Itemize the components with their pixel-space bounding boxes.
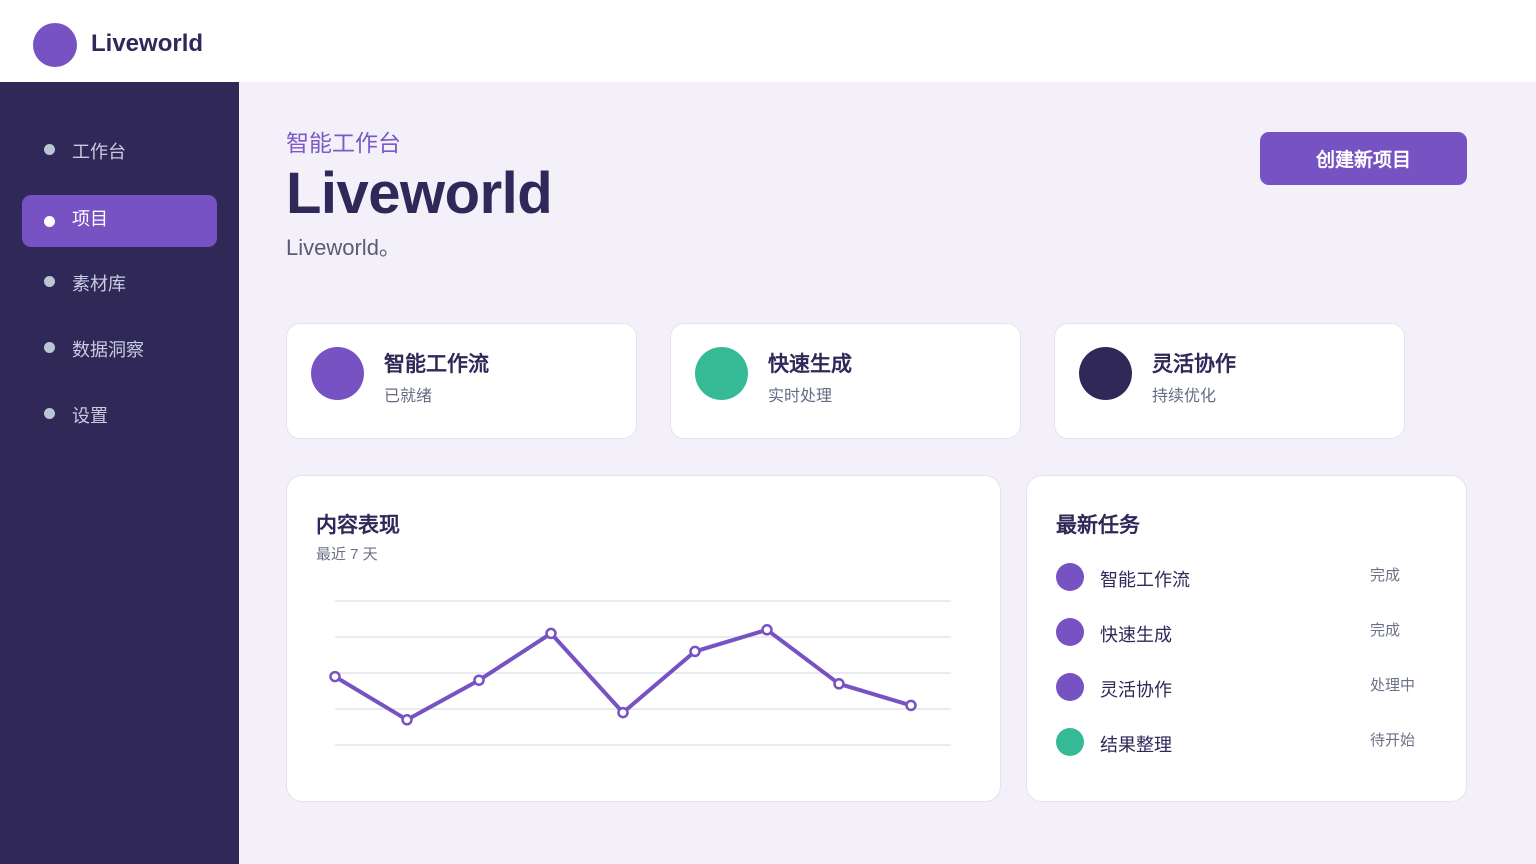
chart-data-point[interactable] (689, 645, 701, 658)
sidebar-item-label: 工作台 (72, 142, 126, 162)
stat-status: 持续优化 (1152, 388, 1217, 405)
stat-title: 灵活协作 (1152, 353, 1236, 376)
sidebar-item-workbench[interactable]: 工作台 (22, 123, 217, 175)
task-status-icon (1056, 563, 1084, 591)
task-row[interactable]: 智能工作流 完成 (1056, 562, 1436, 592)
stat-card-collaboration[interactable]: 灵活协作 持续优化 (1054, 323, 1405, 439)
workflow-icon (311, 347, 364, 400)
bullet-icon (44, 144, 55, 155)
chart-data-point[interactable] (545, 627, 557, 640)
stat-card-generation[interactable]: 快速生成 实时处理 (670, 323, 1021, 439)
bullet-icon (44, 342, 55, 353)
page-subtitle: Liveworld。 (286, 235, 401, 260)
chart-data-point[interactable] (329, 670, 341, 683)
task-status-icon (1056, 728, 1084, 756)
chart-data-point[interactable] (833, 678, 845, 690)
content-performance-panel: 内容表现 最近 7 天 (286, 475, 1001, 802)
sidebar-item-insights[interactable]: 数据洞察 (22, 321, 217, 373)
bullet-icon (44, 276, 55, 287)
chart-data-point[interactable] (401, 714, 413, 726)
performance-line-chart (329, 600, 951, 746)
sidebar-item-label: 数据洞察 (72, 340, 144, 360)
task-status: 完成 (1370, 622, 1401, 639)
sidebar-item-label: 项目 (72, 209, 108, 229)
latest-tasks-panel: 最新任务 智能工作流 完成 快速生成 完成 灵活协作 处理中 结果整理 待开始 (1026, 475, 1467, 802)
page-eyebrow: 智能工作台 (286, 130, 401, 156)
chart-data-point[interactable] (473, 674, 485, 686)
task-name: 结果整理 (1100, 735, 1172, 755)
sidebar-item-label: 素材库 (72, 274, 126, 294)
stat-card-workflow[interactable]: 智能工作流 已就绪 (286, 323, 637, 439)
task-status: 处理中 (1370, 677, 1416, 694)
sidebar-item-label: 设置 (72, 406, 108, 426)
task-name: 智能工作流 (1100, 570, 1190, 590)
page-title: Liveworld (286, 161, 553, 226)
generation-icon (695, 347, 748, 400)
chart-series-line (333, 627, 913, 722)
create-project-button[interactable]: 创建新项目 (1260, 132, 1467, 185)
task-status: 完成 (1370, 567, 1401, 584)
sidebar-item-assets[interactable]: 素材库 (22, 255, 217, 307)
sidebar-item-settings[interactable]: 设置 (22, 387, 217, 439)
bullet-icon (44, 216, 55, 227)
task-status-icon (1056, 673, 1084, 701)
task-status-icon (1056, 618, 1084, 646)
task-row[interactable]: 结果整理 待开始 (1056, 727, 1436, 757)
sidebar: 工作台 项目 素材库 数据洞察 设置 (0, 82, 239, 864)
logo-icon (33, 23, 77, 67)
stat-title: 智能工作流 (384, 353, 489, 376)
chart-data-point[interactable] (905, 699, 917, 712)
stat-status: 已就绪 (384, 388, 433, 405)
task-status: 待开始 (1370, 732, 1416, 749)
task-row[interactable]: 快速生成 完成 (1056, 617, 1436, 647)
sidebar-item-projects[interactable]: 项目 (22, 195, 217, 247)
chart-data-point[interactable] (761, 624, 773, 636)
task-row[interactable]: 灵活协作 处理中 (1056, 672, 1436, 702)
collaboration-icon (1079, 347, 1132, 400)
brand-name: Liveworld (91, 30, 204, 57)
stat-status: 实时处理 (768, 388, 833, 405)
top-bar: Liveworld (0, 0, 1536, 82)
chart-data-point[interactable] (617, 706, 629, 719)
task-name: 灵活协作 (1100, 680, 1172, 700)
panel-title: 最新任务 (1056, 514, 1140, 537)
task-name: 快速生成 (1100, 625, 1172, 645)
stat-title: 快速生成 (768, 353, 852, 376)
bullet-icon (44, 408, 55, 419)
